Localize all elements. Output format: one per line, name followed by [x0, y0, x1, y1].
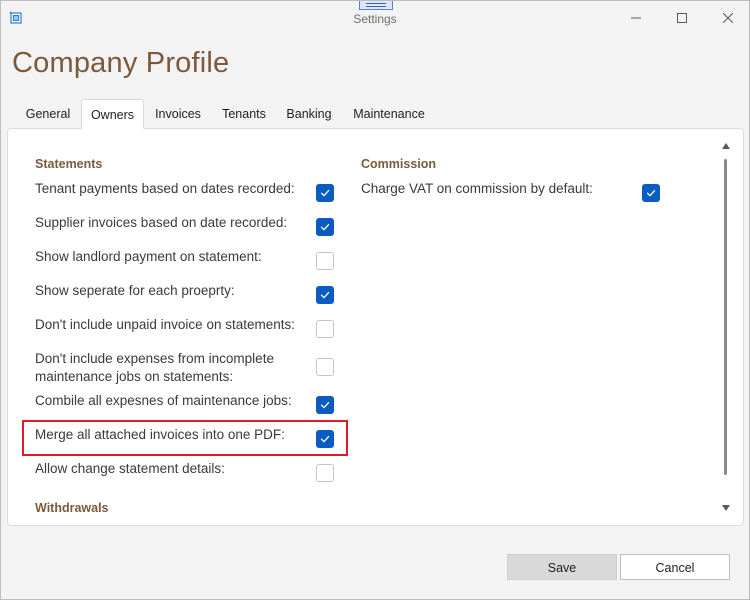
tab-tenants[interactable]: Tenants: [212, 99, 276, 129]
checkmark-icon: [320, 401, 330, 409]
settings-window: Settings Company Profile General Owners …: [0, 0, 750, 600]
option-label: Charge VAT on commission by default:: [361, 181, 593, 196]
option-label: Merge all attached invoices into one PDF…: [35, 427, 285, 442]
close-icon: [723, 13, 733, 23]
scroll-down-icon[interactable]: [722, 505, 730, 511]
exclude-unpaid-invoice-checkbox[interactable]: [316, 320, 334, 338]
option-label: Allow change statement details:: [35, 461, 225, 476]
combine-expenses-checkbox[interactable]: [316, 396, 334, 414]
checkmark-icon: [320, 223, 330, 231]
drag-handle-icon[interactable]: [359, 1, 393, 10]
checkmark-icon: [320, 291, 330, 299]
scroll-up-icon[interactable]: [722, 143, 730, 149]
cancel-button[interactable]: Cancel: [620, 554, 730, 580]
merge-invoices-pdf-checkbox[interactable]: [316, 430, 334, 448]
supplier-invoices-dates-checkbox[interactable]: [316, 218, 334, 236]
vertical-scrollbar[interactable]: [720, 143, 732, 517]
option-label: Don't include unpaid invoice on statemen…: [35, 317, 295, 332]
tab-invoices[interactable]: Invoices: [146, 99, 210, 129]
option-label: Show landlord payment on statement:: [35, 249, 262, 264]
allow-change-details-checkbox[interactable]: [316, 464, 334, 482]
title-bar[interactable]: Settings: [1, 1, 749, 35]
option-label: Don't include expenses from incomplete: [35, 351, 274, 366]
close-button[interactable]: [705, 5, 750, 31]
minimize-button[interactable]: [613, 5, 659, 31]
show-separate-property-checkbox[interactable]: [316, 286, 334, 304]
show-landlord-payment-checkbox[interactable]: [316, 252, 334, 270]
maximize-icon: [677, 13, 687, 23]
owners-settings-panel: Statements Tenant payments based on date…: [7, 128, 744, 526]
checkmark-icon: [646, 189, 656, 197]
withdrawals-heading: Withdrawals: [35, 501, 109, 515]
tab-maintenance[interactable]: Maintenance: [342, 99, 436, 129]
option-label: Tenant payments based on dates recorded:: [35, 181, 295, 196]
tenant-payments-dates-checkbox[interactable]: [316, 184, 334, 202]
tab-owners[interactable]: Owners: [81, 99, 144, 129]
option-label: maintenance jobs on statements:: [35, 369, 234, 384]
page-title: Company Profile: [12, 47, 230, 79]
tab-general[interactable]: General: [17, 99, 79, 129]
checkmark-icon: [320, 435, 330, 443]
checkmark-icon: [320, 189, 330, 197]
commission-heading: Commission: [361, 157, 437, 171]
maximize-button[interactable]: [659, 5, 705, 31]
charge-vat-commission-checkbox[interactable]: [642, 184, 660, 202]
option-label: Show seperate for each proeprty:: [35, 283, 235, 298]
save-button[interactable]: Save: [507, 554, 617, 580]
statements-heading: Statements: [35, 157, 103, 171]
option-label: Combile all expesnes of maintenance jobs…: [35, 393, 292, 408]
tab-banking[interactable]: Banking: [278, 99, 340, 129]
minimize-icon: [631, 17, 641, 19]
scrollbar-thumb[interactable]: [724, 159, 727, 475]
option-label: Supplier invoices based on date recorded…: [35, 215, 288, 230]
exclude-incomplete-expenses-checkbox[interactable]: [316, 358, 334, 376]
